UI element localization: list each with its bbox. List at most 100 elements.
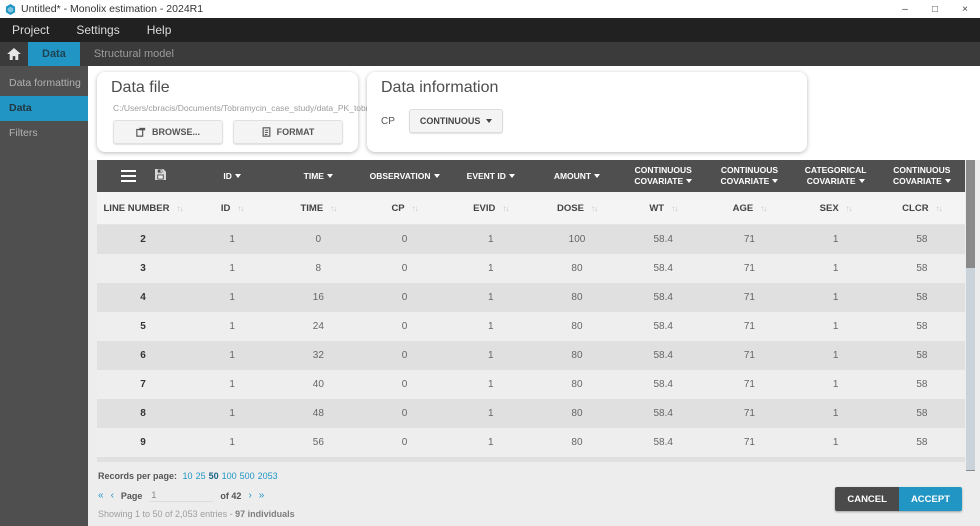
records-per-page-option[interactable]: 25 [196, 471, 206, 481]
column-header[interactable]: EVID [448, 192, 534, 224]
sort-icon[interactable] [846, 204, 852, 213]
table-row[interactable]: 8148018058.471158 [97, 399, 965, 428]
minimize-icon[interactable]: – [890, 0, 920, 18]
table-cell: 1 [448, 399, 534, 428]
last-page-button[interactable]: » [259, 490, 265, 501]
sidebar-item-filters[interactable]: Filters [0, 121, 88, 146]
table-cell: 1 [448, 341, 534, 370]
column-header[interactable]: ID [189, 192, 275, 224]
records-per-page-option[interactable]: 50 [209, 471, 219, 481]
menu-settings[interactable]: Settings [76, 23, 119, 37]
table-cell: 80 [534, 399, 620, 428]
table-row[interactable]: 318018058.471158 [97, 254, 965, 283]
column-header[interactable]: TIME [275, 192, 361, 224]
column-type-dropdown[interactable]: OBSERVATION [361, 160, 447, 192]
column-header[interactable]: DOSE [534, 192, 620, 224]
column-type-dropdown[interactable]: CONTINUOUS COVARIATE [620, 160, 706, 192]
table-cell: 71 [706, 341, 792, 370]
column-header-label: WT [649, 203, 664, 214]
table-cell: 58.4 [620, 428, 706, 457]
column-header[interactable]: LINE NUMBER [97, 192, 189, 224]
column-type-label: CONTINUOUS COVARIATE [710, 165, 788, 186]
cp-field-label: CP [381, 116, 395, 127]
column-type-dropdown[interactable]: ID [189, 160, 275, 192]
table-header: LINE NUMBER IDTIMECPEVIDDOSE WT AGESEXCLCR [97, 192, 965, 225]
sort-icon[interactable] [330, 204, 336, 213]
column-type-dropdown[interactable]: TIME [275, 160, 361, 192]
menu-help[interactable]: Help [147, 23, 172, 37]
table-row[interactable]: 9156018058.471158 [97, 428, 965, 457]
table-cell: 3 [97, 254, 189, 283]
column-type-dropdown[interactable]: CONTINUOUS COVARIATE [706, 160, 792, 192]
table-cell: 1 [189, 283, 275, 312]
table-cell: 48 [275, 399, 361, 428]
table-cell: 58.4 [620, 341, 706, 370]
column-type-dropdown[interactable]: CATEGORICAL COVARIATE [793, 160, 879, 192]
menu-hamburger-icon[interactable] [121, 167, 136, 185]
column-header[interactable]: AGE [706, 192, 792, 224]
records-per-page-option[interactable]: 2053 [258, 471, 278, 481]
column-header-label: LINE NUMBER [104, 203, 170, 214]
tab-structural-model[interactable]: Structural model [80, 42, 188, 66]
column-type-dropdown[interactable]: EVENT ID [448, 160, 534, 192]
column-header[interactable]: WT [620, 192, 706, 224]
save-icon[interactable] [155, 167, 166, 185]
column-header[interactable]: SEX [793, 192, 879, 224]
table-row[interactable]: 6132018058.471158 [97, 341, 965, 370]
next-page-button[interactable]: › [248, 490, 251, 501]
records-per-page-option[interactable]: 10 [183, 471, 193, 481]
table-cell: 40 [275, 370, 361, 399]
chevron-down-icon [486, 119, 492, 123]
table-cell: 58 [879, 225, 965, 254]
sort-icon[interactable] [176, 204, 182, 213]
table-cell: 80 [534, 254, 620, 283]
table-cell: 8 [97, 399, 189, 428]
table-cell: 58.4 [620, 399, 706, 428]
column-type-dropdown[interactable]: CONTINUOUS COVARIATE [879, 160, 965, 192]
column-header[interactable]: CP [361, 192, 447, 224]
cp-type-dropdown[interactable]: CONTINUOUS [409, 109, 504, 133]
table-row[interactable]: 5124018058.471158 [97, 312, 965, 341]
records-per-page-option[interactable]: 100 [222, 471, 237, 481]
browse-button-label: BROWSE... [152, 127, 200, 137]
records-per-page-option[interactable]: 500 [240, 471, 255, 481]
table-cell: 0 [361, 254, 447, 283]
cancel-button[interactable]: CANCEL [835, 487, 899, 511]
table-row[interactable]: 4116018058.471158 [97, 283, 965, 312]
maximize-icon[interactable]: □ [920, 0, 950, 18]
accept-button[interactable]: ACCEPT [899, 487, 962, 511]
sort-icon[interactable] [671, 204, 677, 213]
table-cell: 1 [189, 254, 275, 283]
format-button[interactable]: FORMAT [233, 120, 343, 144]
first-page-button[interactable]: « [98, 490, 104, 501]
sort-icon[interactable] [760, 204, 766, 213]
sidebar-item-data-formatting[interactable]: Data formatting [0, 71, 88, 96]
sort-icon[interactable] [591, 204, 597, 213]
column-type-dropdown[interactable]: AMOUNT [534, 160, 620, 192]
sort-icon[interactable] [936, 204, 942, 213]
menu-project[interactable]: Project [12, 23, 49, 37]
table-row[interactable]: 2100110058.471158 [97, 225, 965, 254]
table-cell: 0 [361, 225, 447, 254]
table-cell: 1 [793, 254, 879, 283]
table-row[interactable]: 7140018058.471158 [97, 370, 965, 399]
column-type-label: AMOUNT [554, 171, 600, 182]
table-cell: 24 [275, 312, 361, 341]
browse-button[interactable]: BROWSE... [113, 120, 223, 144]
home-icon[interactable] [0, 42, 28, 66]
page-number-input[interactable] [149, 489, 213, 502]
sort-icon[interactable] [412, 204, 418, 213]
column-type-label: CONTINUOUS COVARIATE [883, 165, 961, 186]
column-header[interactable]: CLCR [879, 192, 965, 224]
sort-icon[interactable] [237, 204, 243, 213]
table-cell: 80 [534, 341, 620, 370]
close-icon[interactable]: × [950, 0, 980, 18]
sidebar-item-data[interactable]: Data [0, 96, 88, 121]
chevron-down-icon [686, 179, 692, 183]
table-cell: 0 [361, 399, 447, 428]
scrollbar-thumb[interactable] [966, 268, 975, 470]
monolix-logo-icon [5, 4, 16, 15]
tab-data[interactable]: Data [28, 42, 80, 66]
sort-icon[interactable] [502, 204, 508, 213]
prev-page-button[interactable]: ‹ [111, 490, 114, 501]
